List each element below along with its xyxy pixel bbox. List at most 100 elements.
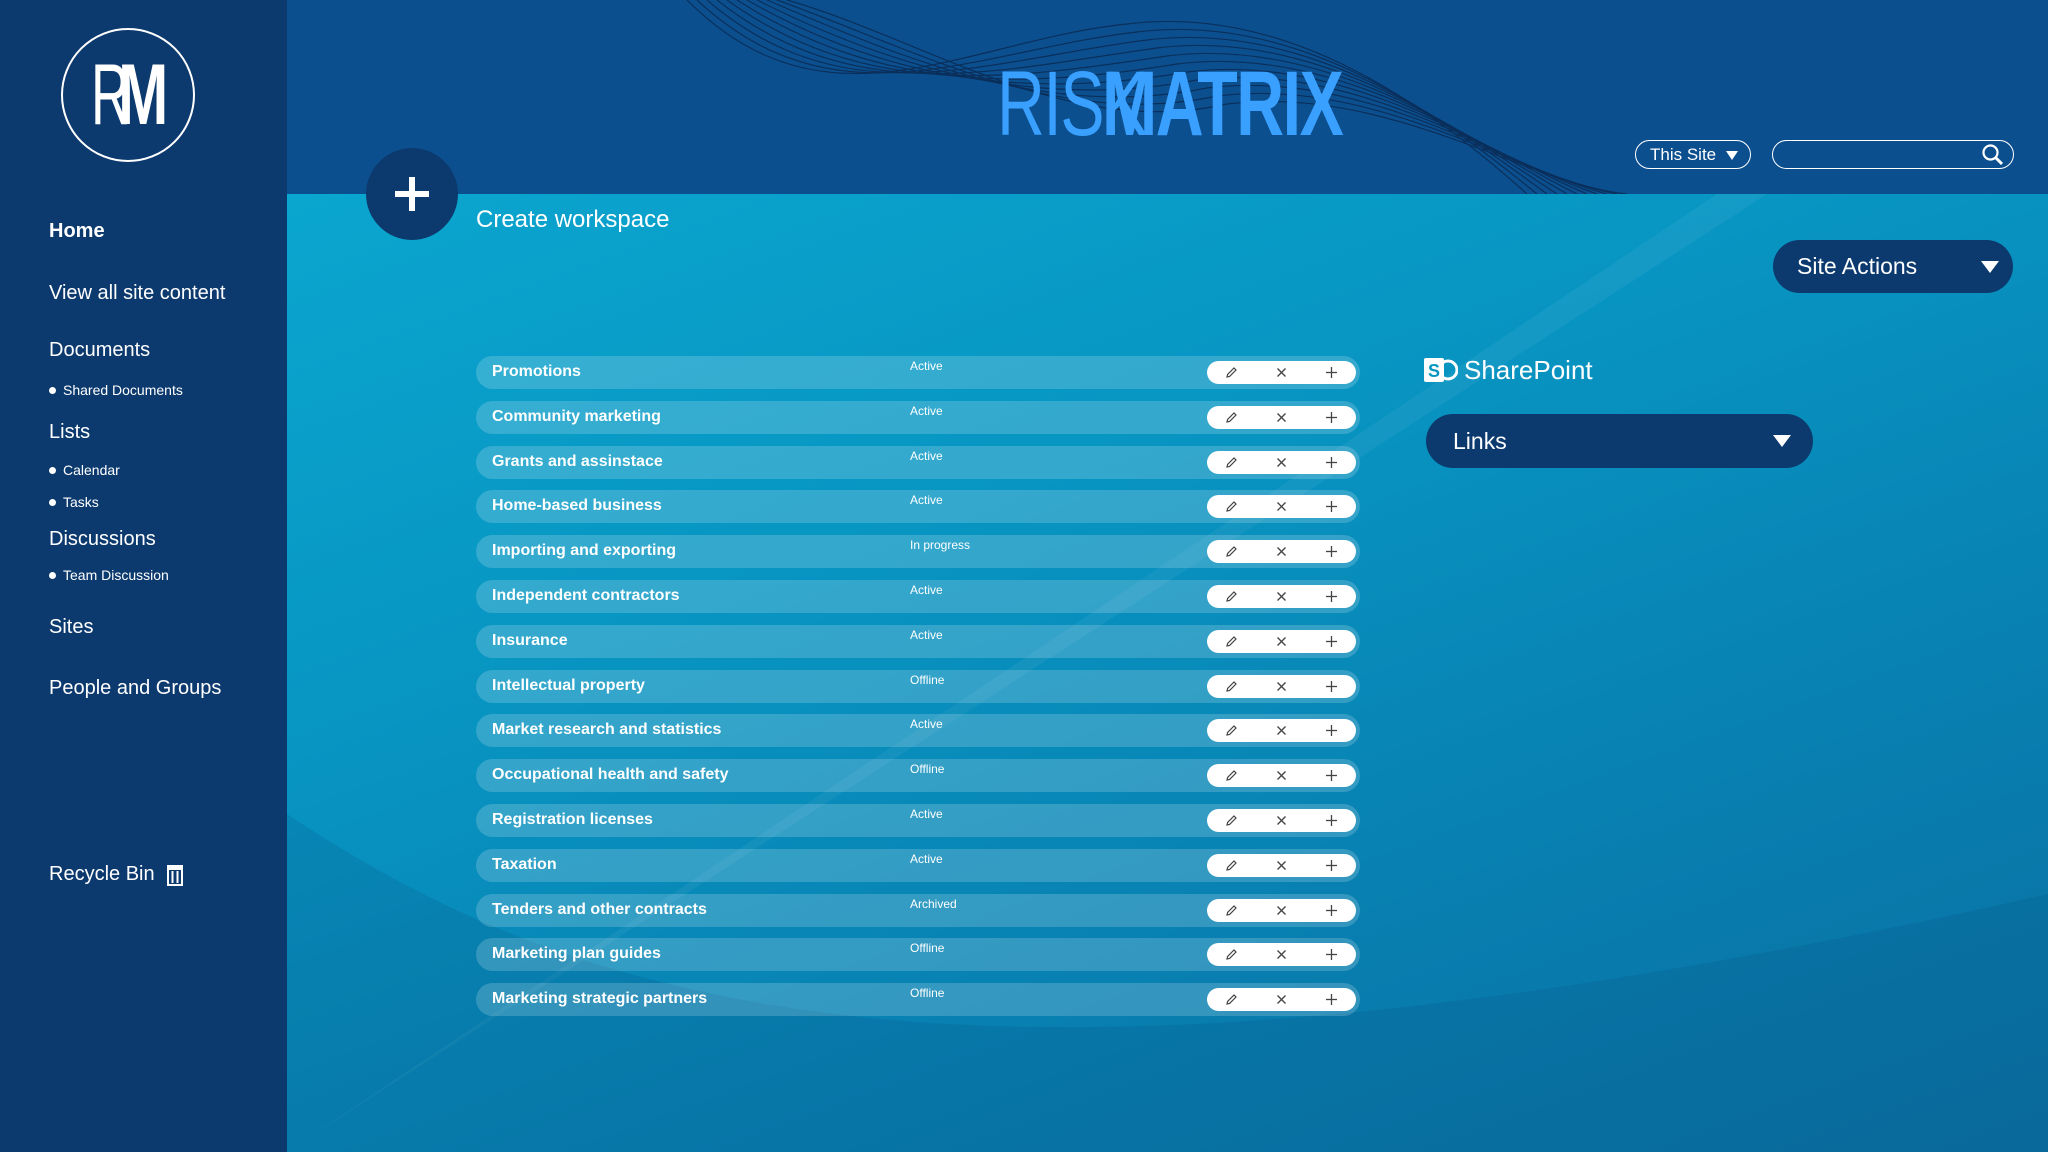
- edit-icon[interactable]: [1217, 495, 1247, 518]
- add-icon[interactable]: [1316, 361, 1346, 384]
- add-icon[interactable]: [1316, 406, 1346, 429]
- edit-icon[interactable]: [1217, 719, 1247, 742]
- create-workspace-button[interactable]: [366, 148, 458, 240]
- delete-icon[interactable]: [1266, 764, 1296, 787]
- edit-icon[interactable]: [1217, 764, 1247, 787]
- delete-icon[interactable]: [1266, 988, 1296, 1011]
- links-dropdown[interactable]: Links: [1426, 414, 1813, 468]
- nav-lists[interactable]: Lists: [49, 421, 90, 444]
- nav-view-all-site-content[interactable]: View all site content: [49, 282, 225, 305]
- plus-icon: [395, 177, 429, 211]
- workspace-name[interactable]: Occupational health and safety: [492, 766, 729, 784]
- add-icon[interactable]: [1316, 675, 1346, 698]
- nav-documents[interactable]: Documents: [49, 339, 150, 362]
- add-icon[interactable]: [1316, 495, 1346, 518]
- workspace-row[interactable]: Independent contractors Active: [476, 580, 1360, 613]
- search-input[interactable]: [1785, 141, 1979, 170]
- workspace-row[interactable]: Home-based business Active: [476, 490, 1360, 524]
- edit-icon[interactable]: [1217, 899, 1247, 922]
- edit-icon[interactable]: [1217, 809, 1247, 832]
- edit-icon[interactable]: [1217, 585, 1247, 608]
- workspace-row[interactable]: Marketing strategic partners Offline: [476, 983, 1360, 1017]
- workspace-name[interactable]: Community marketing: [492, 408, 661, 426]
- workspace-row[interactable]: Market research and statistics Active: [476, 714, 1360, 748]
- workspace-name[interactable]: Taxation: [492, 856, 557, 874]
- create-workspace-label[interactable]: Create workspace: [476, 206, 669, 234]
- add-icon[interactable]: [1316, 764, 1346, 787]
- add-icon[interactable]: [1316, 988, 1346, 1011]
- edit-icon[interactable]: [1217, 540, 1247, 563]
- workspace-row[interactable]: Taxation Active: [476, 848, 1360, 882]
- edit-icon[interactable]: [1217, 988, 1247, 1011]
- workspace-row[interactable]: Occupational health and safety Offline: [476, 759, 1360, 793]
- delete-icon[interactable]: [1266, 943, 1296, 966]
- workspace-name[interactable]: Grants and assinstace: [492, 453, 663, 471]
- workspace-row[interactable]: Promotions Active: [476, 356, 1360, 389]
- workspace-row[interactable]: Grants and assinstace Active: [476, 445, 1360, 479]
- workspace-name[interactable]: Independent contractors: [492, 587, 680, 605]
- nav-calendar[interactable]: Calendar: [49, 462, 120, 478]
- workspace-row[interactable]: Community marketing Active: [476, 400, 1360, 434]
- workspace-row[interactable]: Insurance Active: [476, 624, 1360, 658]
- add-icon[interactable]: [1316, 943, 1346, 966]
- edit-icon[interactable]: [1217, 943, 1247, 966]
- delete-icon[interactable]: [1266, 854, 1296, 877]
- add-icon[interactable]: [1316, 630, 1346, 653]
- row-actions: [1207, 674, 1356, 698]
- delete-icon[interactable]: [1266, 585, 1296, 608]
- workspace-name[interactable]: Marketing strategic partners: [492, 990, 707, 1008]
- workspace-name[interactable]: Importing and exporting: [492, 542, 676, 560]
- workspace-name[interactable]: Home-based business: [492, 497, 662, 515]
- workspace-status: Active: [910, 851, 943, 866]
- workspace-name[interactable]: Promotions: [492, 363, 581, 381]
- workspace-name[interactable]: Market research and statistics: [492, 721, 721, 739]
- delete-icon[interactable]: [1266, 809, 1296, 832]
- delete-icon[interactable]: [1266, 361, 1296, 384]
- edit-icon[interactable]: [1217, 406, 1247, 429]
- add-icon[interactable]: [1316, 540, 1346, 563]
- nav-team-discussion[interactable]: Team Discussion: [49, 567, 169, 583]
- nav-sites[interactable]: Sites: [49, 616, 93, 639]
- delete-icon[interactable]: [1266, 451, 1296, 474]
- workspace-name[interactable]: Insurance: [492, 632, 568, 650]
- search-scope-dropdown[interactable]: This Site: [1635, 140, 1751, 169]
- delete-icon[interactable]: [1266, 495, 1296, 518]
- nav-home[interactable]: Home: [49, 220, 105, 243]
- workspace-name[interactable]: Marketing plan guides: [492, 945, 661, 963]
- workspace-row[interactable]: Registration licenses Active: [476, 804, 1360, 837]
- workspace-status: Active: [910, 403, 943, 418]
- nav-people-and-groups[interactable]: People and Groups: [49, 677, 221, 700]
- delete-icon[interactable]: [1266, 630, 1296, 653]
- nav-shared-documents[interactable]: Shared Documents: [49, 382, 183, 398]
- add-icon[interactable]: [1316, 585, 1346, 608]
- edit-icon[interactable]: [1217, 361, 1247, 384]
- add-icon[interactable]: [1316, 899, 1346, 922]
- add-icon[interactable]: [1316, 719, 1346, 742]
- workspace-row[interactable]: Marketing plan guides Offline: [476, 938, 1360, 972]
- site-actions-dropdown[interactable]: Site Actions: [1773, 240, 2013, 293]
- edit-icon[interactable]: [1217, 451, 1247, 474]
- edit-icon[interactable]: [1217, 630, 1247, 653]
- delete-icon[interactable]: [1266, 406, 1296, 429]
- delete-icon[interactable]: [1266, 899, 1296, 922]
- rm-logo[interactable]: R M: [61, 28, 195, 162]
- delete-icon[interactable]: [1266, 719, 1296, 742]
- delete-icon[interactable]: [1266, 675, 1296, 698]
- nav-discussions[interactable]: Discussions: [49, 528, 156, 551]
- workspace-name[interactable]: Registration licenses: [492, 811, 653, 829]
- nav-tasks[interactable]: Tasks: [49, 494, 99, 510]
- workspace-row[interactable]: Importing and exporting In progress: [476, 535, 1360, 569]
- edit-icon[interactable]: [1217, 854, 1247, 877]
- edit-icon[interactable]: [1217, 675, 1247, 698]
- add-icon[interactable]: [1316, 854, 1346, 877]
- workspace-row[interactable]: Tenders and other contracts Archived: [476, 893, 1360, 927]
- add-icon[interactable]: [1316, 451, 1346, 474]
- chevron-down-icon: [1981, 261, 1999, 273]
- search-icon[interactable]: [1981, 143, 2005, 167]
- workspace-name[interactable]: Intellectual property: [492, 677, 645, 695]
- add-icon[interactable]: [1316, 809, 1346, 832]
- workspace-name[interactable]: Tenders and other contracts: [492, 901, 707, 919]
- workspace-row[interactable]: Intellectual property Offline: [476, 669, 1360, 703]
- nav-recycle-bin[interactable]: Recycle Bin: [49, 863, 184, 886]
- delete-icon[interactable]: [1266, 540, 1296, 563]
